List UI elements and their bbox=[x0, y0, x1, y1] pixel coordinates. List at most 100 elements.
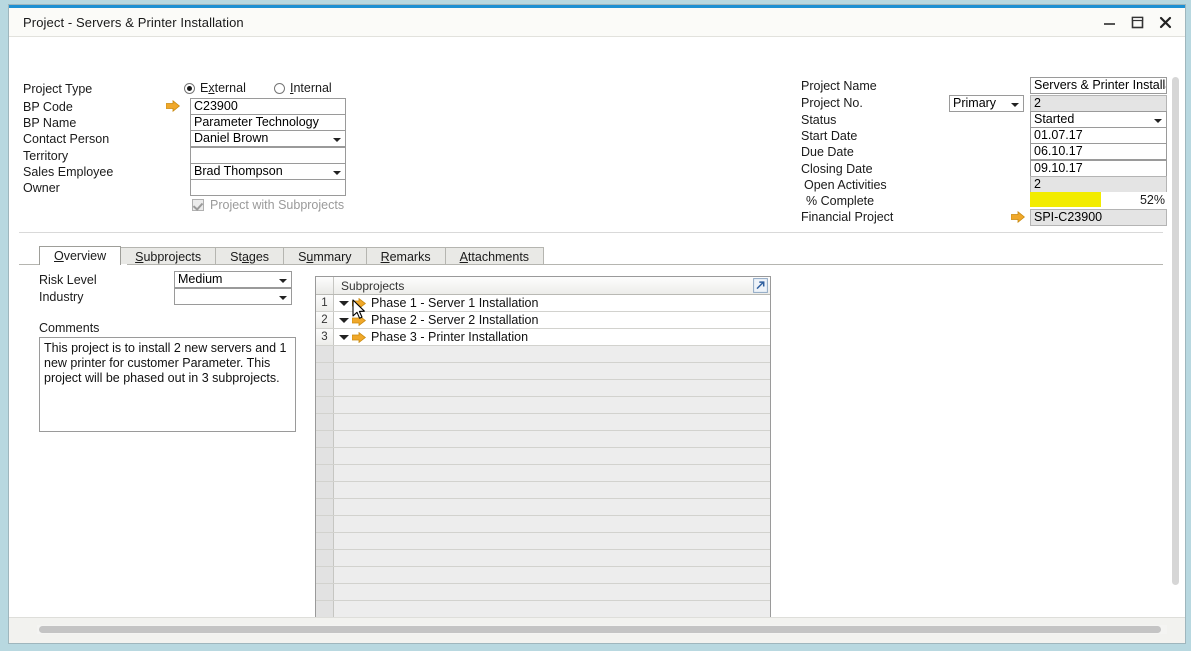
title-bar: Project - Servers & Printer Installation bbox=[9, 8, 1185, 37]
radio-internal[interactable]: Internal bbox=[274, 81, 332, 95]
horizontal-scrollbar-thumb[interactable] bbox=[39, 626, 1161, 633]
due-date-field[interactable]: 06.10.17 bbox=[1030, 143, 1167, 160]
subproject-cell[interactable] bbox=[334, 567, 770, 583]
subproject-cell[interactable] bbox=[334, 550, 770, 566]
closing-date-field[interactable]: 09.10.17 bbox=[1030, 160, 1167, 177]
row-number bbox=[316, 584, 334, 600]
subproject-cell[interactable] bbox=[334, 346, 770, 362]
tab-attachments[interactable]: Attachments bbox=[444, 247, 545, 265]
project-type-label: Project Type bbox=[23, 82, 93, 96]
radio-internal-dot bbox=[274, 82, 285, 94]
table-row-empty[interactable] bbox=[316, 363, 770, 380]
project-name-field[interactable]: Servers & Printer Installatio bbox=[1030, 77, 1167, 94]
subproject-cell[interactable] bbox=[334, 431, 770, 447]
bp-code-label: BP Code bbox=[23, 100, 73, 114]
territory-field[interactable] bbox=[190, 147, 346, 164]
subproject-cell[interactable] bbox=[334, 363, 770, 379]
comments-label: Comments bbox=[39, 321, 100, 335]
tab-summary[interactable]: Summary bbox=[283, 247, 367, 265]
window-body: Project Type External Internal BP Code C… bbox=[9, 37, 1185, 643]
maximize-icon[interactable] bbox=[1123, 10, 1151, 35]
table-row-empty[interactable] bbox=[316, 414, 770, 431]
table-row-empty[interactable] bbox=[316, 397, 770, 414]
sales-employee-select[interactable]: Brad Thompson bbox=[190, 163, 346, 180]
table-row[interactable]: 2 Phase 2 - Server 2 Installation bbox=[316, 312, 770, 329]
table-row-empty[interactable] bbox=[316, 465, 770, 482]
subproject-cell[interactable]: Phase 2 - Server 2 Installation bbox=[334, 312, 770, 328]
window-controls bbox=[1095, 8, 1179, 37]
project-with-subprojects-checkbox: Project with Subprojects bbox=[192, 198, 344, 212]
tab-remarks[interactable]: Remarks bbox=[365, 247, 446, 265]
table-row-empty[interactable] bbox=[316, 380, 770, 397]
table-row-empty[interactable] bbox=[316, 516, 770, 533]
bp-name-label: BP Name bbox=[23, 116, 77, 130]
risk-level-select[interactable]: Medium bbox=[174, 271, 292, 288]
bp-code-link-arrow-icon[interactable] bbox=[166, 100, 180, 112]
subproject-cell[interactable] bbox=[334, 516, 770, 532]
start-date-field[interactable]: 01.07.17 bbox=[1030, 127, 1167, 144]
subproject-cell[interactable]: Phase 3 - Printer Installation bbox=[334, 329, 770, 345]
chevron-down-icon[interactable] bbox=[339, 334, 349, 340]
vertical-scrollbar[interactable] bbox=[1171, 73, 1180, 633]
grid-column-header-label: Subprojects bbox=[341, 278, 405, 293]
table-row-empty[interactable] bbox=[316, 482, 770, 499]
start-date-label: Start Date bbox=[801, 129, 858, 143]
subproject-link-arrow-icon[interactable] bbox=[352, 297, 366, 309]
minimize-icon[interactable] bbox=[1095, 10, 1123, 35]
grid-column-header-subprojects[interactable]: Subprojects bbox=[334, 277, 770, 294]
vertical-scrollbar-thumb[interactable] bbox=[1172, 77, 1179, 585]
owner-field[interactable] bbox=[190, 179, 346, 196]
close-icon[interactable] bbox=[1151, 10, 1179, 35]
table-row-empty[interactable] bbox=[316, 601, 770, 618]
table-row-empty[interactable] bbox=[316, 533, 770, 550]
row-number bbox=[316, 601, 334, 617]
subproject-link-arrow-icon[interactable] bbox=[352, 331, 366, 343]
project-no-type-select[interactable]: Primary bbox=[949, 95, 1024, 112]
tab-overview-label: Overview bbox=[54, 249, 107, 263]
comments-textarea[interactable]: This project is to install 2 new servers… bbox=[39, 337, 296, 432]
subproject-cell[interactable] bbox=[334, 533, 770, 549]
subproject-link-arrow-icon[interactable] bbox=[352, 314, 366, 326]
subproject-cell[interactable] bbox=[334, 414, 770, 430]
radio-external-label: External bbox=[200, 81, 246, 95]
subproject-cell[interactable] bbox=[334, 584, 770, 600]
radio-external[interactable]: External bbox=[184, 81, 246, 95]
subproject-cell[interactable]: Phase 1 - Server 1 Installation bbox=[334, 295, 770, 311]
open-in-new-window-icon[interactable] bbox=[753, 278, 768, 293]
subproject-cell[interactable] bbox=[334, 465, 770, 481]
subproject-cell[interactable] bbox=[334, 380, 770, 396]
subproject-cell[interactable] bbox=[334, 397, 770, 413]
radio-external-dot bbox=[184, 82, 195, 94]
industry-select[interactable] bbox=[174, 288, 292, 305]
subproject-cell[interactable] bbox=[334, 601, 770, 617]
tab-subprojects[interactable]: Subprojects bbox=[120, 247, 217, 265]
table-row-empty[interactable] bbox=[316, 584, 770, 601]
chevron-down-icon[interactable] bbox=[339, 300, 349, 306]
table-row[interactable]: 1 Phase 1 - Server 1 Installation bbox=[316, 295, 770, 312]
tab-stages[interactable]: Stages bbox=[215, 247, 285, 265]
contact-person-select[interactable]: Daniel Brown bbox=[190, 130, 346, 147]
status-label: Status bbox=[801, 113, 837, 127]
tab-overview[interactable]: Overview bbox=[39, 246, 122, 265]
subproject-cell[interactable] bbox=[334, 482, 770, 498]
financial-project-link-arrow-icon[interactable] bbox=[1011, 211, 1025, 223]
table-row-empty[interactable] bbox=[316, 567, 770, 584]
table-row-empty[interactable] bbox=[316, 448, 770, 465]
table-row-empty[interactable] bbox=[316, 499, 770, 516]
row-number bbox=[316, 414, 334, 430]
subproject-name: Phase 1 - Server 1 Installation bbox=[371, 296, 539, 310]
table-row-empty[interactable] bbox=[316, 431, 770, 448]
status-select[interactable]: Started bbox=[1030, 111, 1167, 128]
table-row-empty[interactable] bbox=[316, 346, 770, 363]
closing-date-label: Closing Date bbox=[801, 162, 873, 176]
sales-employee-label: Sales Employee bbox=[23, 165, 114, 179]
bp-name-field[interactable]: Parameter Technology bbox=[190, 114, 346, 131]
chevron-down-icon[interactable] bbox=[339, 317, 349, 323]
subproject-cell[interactable] bbox=[334, 499, 770, 515]
subproject-cell[interactable] bbox=[334, 448, 770, 464]
bp-code-field[interactable]: C23900 bbox=[190, 98, 346, 115]
horizontal-scrollbar[interactable] bbox=[37, 625, 1167, 634]
table-row[interactable]: 3 Phase 3 - Printer Installation bbox=[316, 329, 770, 346]
table-row-empty[interactable] bbox=[316, 550, 770, 567]
project-window: Project - Servers & Printer Installation… bbox=[8, 4, 1186, 644]
